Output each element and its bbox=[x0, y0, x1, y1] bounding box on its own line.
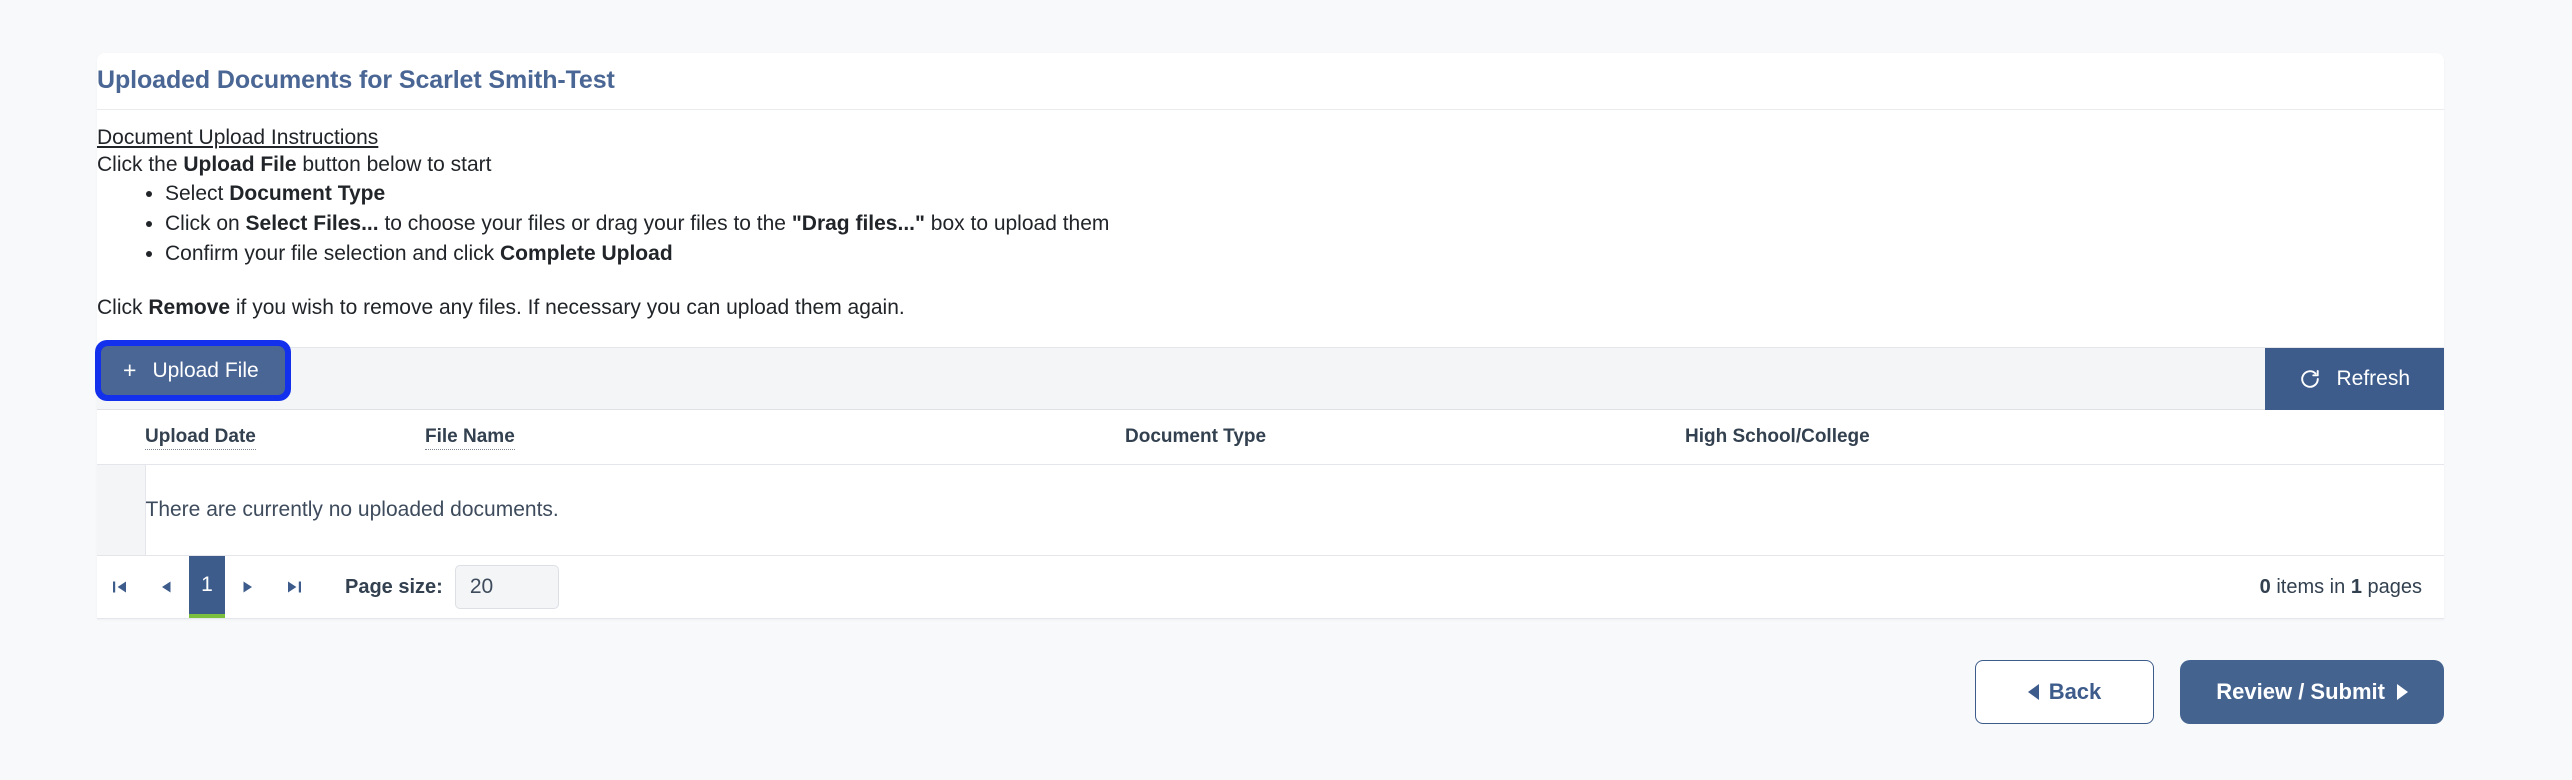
pager-navigation: 1 bbox=[97, 556, 317, 618]
document-upload-page: Uploaded Documents for Scarlet Smith-Tes… bbox=[0, 0, 2572, 780]
instructions-intro: Click the Upload File button below to st… bbox=[97, 151, 2444, 179]
column-header-high-school-college-label: High School/College bbox=[1685, 426, 1870, 447]
refresh-icon bbox=[2299, 368, 2321, 390]
list-item: Confirm your file selection and click Co… bbox=[165, 239, 2444, 269]
grid-pager: 1 Page size: bbox=[97, 556, 2444, 618]
list-item: Select Document Type bbox=[165, 179, 2444, 209]
column-header-document-type-label: Document Type bbox=[1125, 426, 1266, 447]
upload-file-button[interactable]: + Upload File bbox=[101, 346, 285, 395]
triangle-right-icon bbox=[2397, 684, 2408, 700]
empty-state-message: There are currently no uploaded document… bbox=[145, 465, 2444, 556]
column-header-file-name-label: File Name bbox=[425, 426, 515, 450]
page-size-select[interactable]: 20 bbox=[455, 565, 559, 609]
pager-page-count: 1 bbox=[2351, 576, 2362, 598]
table-header-spacer bbox=[97, 410, 145, 465]
table-header: Upload Date File Name Document Type High… bbox=[97, 410, 2444, 465]
table-row: There are currently no uploaded document… bbox=[97, 465, 2444, 556]
back-button[interactable]: Back bbox=[1975, 660, 2155, 724]
back-button-label: Back bbox=[2049, 679, 2102, 705]
upload-file-focus-ring: + Upload File bbox=[95, 340, 291, 401]
page-size-label: Page size: bbox=[345, 576, 443, 599]
pager-info: 0 items in 1 pages bbox=[2260, 576, 2422, 599]
instructions-bullet-list: Select Document Type Click on Select Fil… bbox=[97, 179, 2444, 268]
table-row-spacer-cell bbox=[97, 465, 145, 556]
last-page-icon[interactable] bbox=[271, 556, 317, 618]
table-body: There are currently no uploaded document… bbox=[97, 465, 2444, 556]
remove-note: Click Remove if you wish to remove any f… bbox=[97, 294, 2444, 322]
column-header-upload-date-label: Upload Date bbox=[145, 426, 256, 450]
documents-table: Upload Date File Name Document Type High… bbox=[97, 410, 2444, 556]
plus-icon: + bbox=[123, 359, 136, 382]
remove-note-before: Click bbox=[97, 296, 148, 319]
card-header: Uploaded Documents for Scarlet Smith-Tes… bbox=[97, 53, 2444, 110]
next-page-icon[interactable] bbox=[225, 556, 271, 618]
bullet-2-after: box to upload them bbox=[925, 212, 1109, 235]
review-submit-button-label: Review / Submit bbox=[2216, 679, 2385, 705]
review-submit-button[interactable]: Review / Submit bbox=[2180, 660, 2444, 724]
first-page-icon[interactable] bbox=[97, 556, 143, 618]
triangle-left-icon bbox=[2028, 684, 2039, 700]
refresh-button[interactable]: Refresh bbox=[2265, 348, 2444, 410]
bullet-1-bold: Document Type bbox=[229, 182, 385, 205]
remove-note-after: if you wish to remove any files. If nece… bbox=[230, 296, 905, 319]
documents-grid: + Upload File Refresh bbox=[97, 347, 2444, 619]
previous-page-icon[interactable] bbox=[143, 556, 189, 618]
footer-actions: Back Review / Submit bbox=[1975, 660, 2444, 724]
list-item: Click on Select Files... to choose your … bbox=[165, 209, 2444, 239]
bullet-2-mid: to choose your files or drag your files … bbox=[379, 212, 792, 235]
uploaded-documents-card: Uploaded Documents for Scarlet Smith-Tes… bbox=[97, 53, 2444, 619]
refresh-button-label: Refresh bbox=[2336, 367, 2410, 391]
page-title: Uploaded Documents for Scarlet Smith-Tes… bbox=[97, 67, 2444, 95]
bullet-2-bold: Select Files... bbox=[246, 212, 379, 235]
pager-info-suffix: pages bbox=[2362, 576, 2422, 598]
upload-file-button-label: Upload File bbox=[152, 360, 258, 381]
instructions-intro-bold: Upload File bbox=[183, 153, 296, 176]
page-size-value: 20 bbox=[470, 575, 493, 599]
grid-toolbar: + Upload File Refresh bbox=[97, 348, 2444, 410]
bullet-3-bold: Complete Upload bbox=[500, 242, 673, 265]
bullet-2-before: Click on bbox=[165, 212, 246, 235]
instructions-intro-after: button below to start bbox=[297, 153, 492, 176]
bullet-1-before: Select bbox=[165, 182, 229, 205]
table-header-row: Upload Date File Name Document Type High… bbox=[97, 410, 2444, 465]
column-header-upload-date[interactable]: Upload Date bbox=[145, 410, 425, 465]
pager-current-page[interactable]: 1 bbox=[189, 556, 225, 618]
pager-item-count: 0 bbox=[2260, 576, 2271, 598]
bullet-2-bold-2: "Drag files..." bbox=[792, 212, 925, 235]
bullet-3-before: Confirm your file selection and click bbox=[165, 242, 500, 265]
instructions-intro-before: Click the bbox=[97, 153, 183, 176]
pager-info-mid: items in bbox=[2271, 576, 2351, 598]
remove-note-bold: Remove bbox=[148, 296, 230, 319]
upload-instructions: Document Upload Instructions Click the U… bbox=[97, 110, 2444, 323]
instructions-heading: Document Upload Instructions bbox=[97, 124, 2444, 152]
column-header-document-type[interactable]: Document Type bbox=[1125, 410, 1685, 465]
column-header-file-name[interactable]: File Name bbox=[425, 410, 1125, 465]
column-header-high-school-college[interactable]: High School/College bbox=[1685, 410, 2444, 465]
card-body: Document Upload Instructions Click the U… bbox=[97, 110, 2444, 620]
